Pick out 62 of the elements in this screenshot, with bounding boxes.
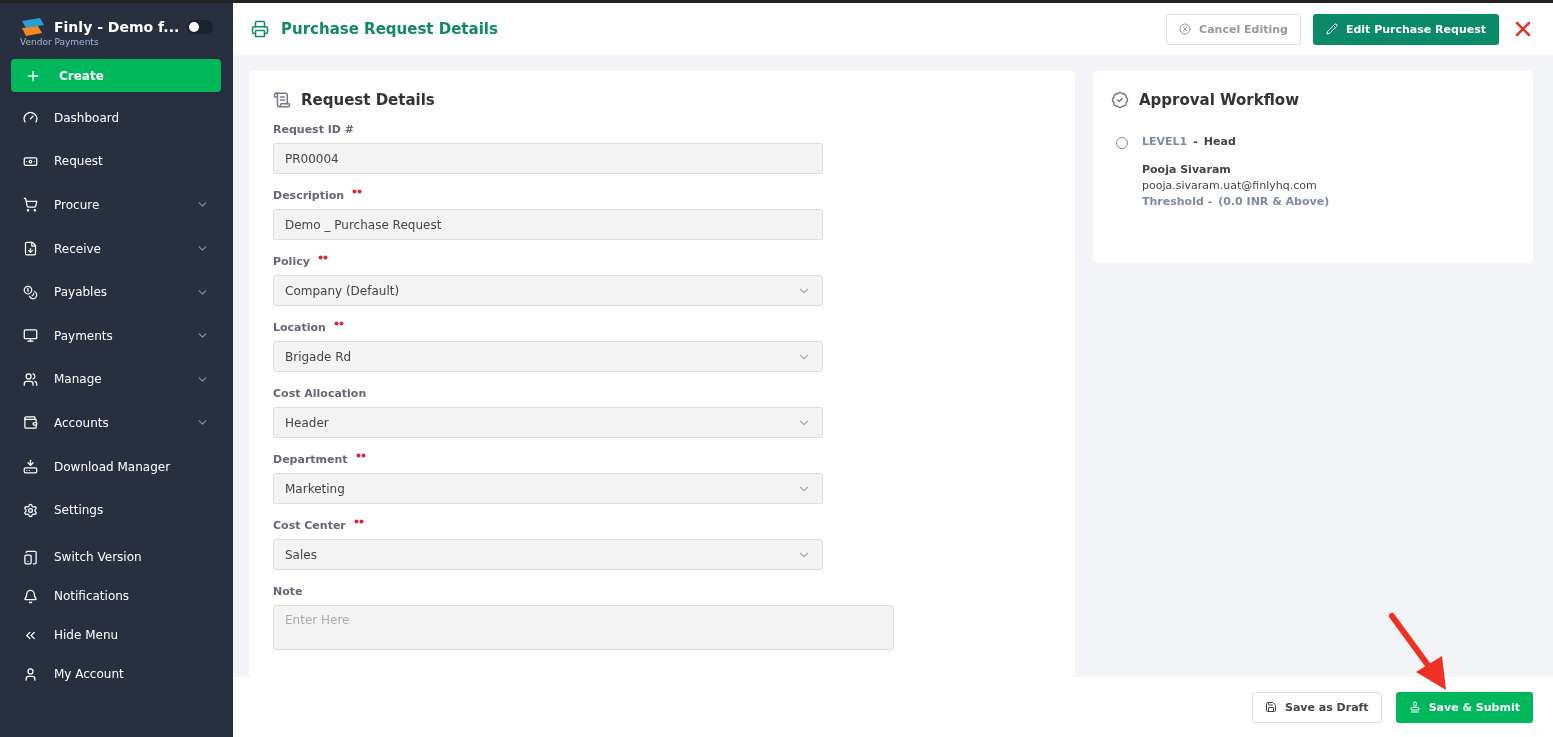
field-label: Description [273,189,345,202]
sidebar-item[interactable]: Dashboard [11,96,221,140]
menu-icon [23,459,38,475]
sidebar-item[interactable]: Notifications [11,576,221,616]
select-field[interactable]: Header [273,407,823,438]
field-label: Location [273,321,326,334]
edit-button[interactable]: Edit Purchase Request [1312,13,1499,45]
menu-icon [23,549,38,565]
sidebar-item[interactable]: Payments [11,313,221,358]
menu-icon [23,241,38,257]
printer-icon [251,20,269,38]
pencil-icon [1325,23,1338,35]
level-name: LEVEL1 [1142,135,1188,148]
menu-icon [23,588,38,604]
menu-icon [23,502,38,518]
select-field[interactable]: Company (Default) [273,275,823,306]
separator: - [1193,135,1198,148]
select-field[interactable]: Marketing [273,473,823,504]
select-field[interactable]: Brigade Rd [273,341,823,372]
select-field[interactable]: Sales [273,539,823,570]
card-title: Request Details [301,91,435,109]
sidebar-item[interactable]: Accounts [11,401,221,445]
sidebar-item[interactable]: Payables [11,270,221,314]
input-field[interactable]: PR00004 [273,143,823,174]
approver-email: pooja.sivaram.uat@finlyhq.com [1142,179,1318,192]
sidebar-item[interactable]: Settings [11,488,221,532]
sidebar-item[interactable]: Download Manager [11,444,221,489]
sidebar-item[interactable]: Receive [11,226,221,271]
field-label: Cost Allocation [273,387,367,400]
stamp-icon [1408,701,1421,713]
threshold-label: Threshold - [1142,195,1213,208]
field-label: Cost Center [273,519,346,532]
page-title: Purchase Request Details [281,20,498,38]
field-label: Request ID # [273,123,354,136]
receipt-icon [273,91,291,109]
threshold-value: (0.0 INR & Above) [1218,195,1330,208]
approver-name: Pooja Sivaram [1142,163,1232,176]
menu-icon [23,284,38,300]
level-role: Head [1203,135,1236,148]
sidebar-item[interactable]: Switch Version [11,537,221,577]
badge-check-icon [1111,91,1129,109]
sidebar-item[interactable]: Procure [11,183,221,227]
input-field[interactable]: Demo _ Purchase Request [273,209,823,240]
menu-icon [23,415,38,431]
menu-icon [23,197,38,213]
field-label: Note [273,585,303,598]
toggle-switch[interactable] [187,20,214,34]
save-draft-button[interactable]: Save as Draft [1252,691,1382,723]
field-label: Department [273,453,348,466]
card-title: Approval Workflow [1139,91,1300,109]
logo-icon [20,17,46,37]
menu-icon [23,371,38,387]
field-label: Policy [273,255,310,268]
sidebar-item[interactable]: Manage [11,357,221,402]
brand-subtitle: Vendor Payments [19,37,100,47]
sidebar-item[interactable]: My Account [11,654,221,694]
menu-icon [23,328,38,344]
brand-name: Finly - Demo f... [54,19,180,35]
sidebar-item[interactable]: Request [11,139,221,184]
circle-x-icon [1179,23,1192,35]
menu-icon [23,666,38,682]
sidebar-item[interactable]: Hide Menu [11,615,221,655]
